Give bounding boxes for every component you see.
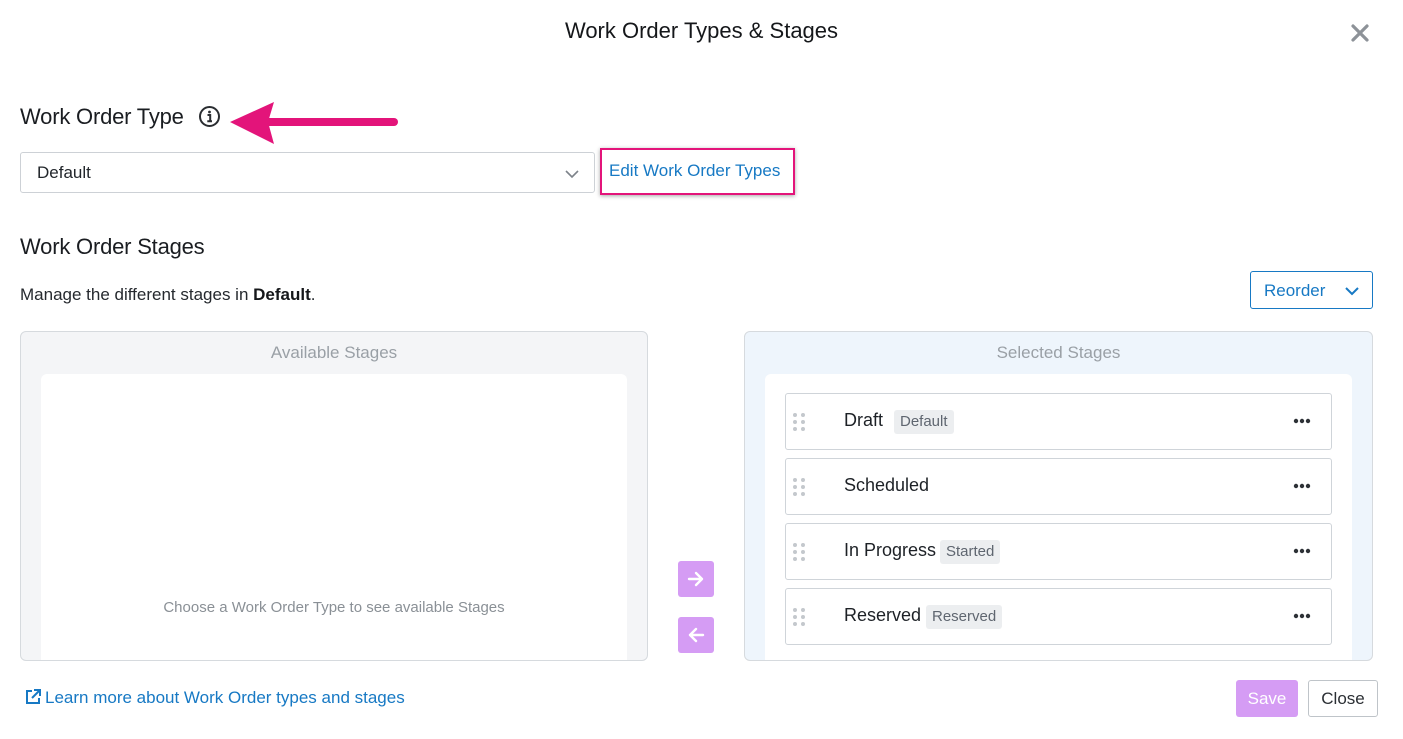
arrow-left-icon	[688, 627, 705, 643]
selected-stages-list: Draft Default Scheduled In Progress Star…	[765, 374, 1352, 660]
more-icon[interactable]	[1293, 416, 1311, 426]
modal-footer: Learn more about Work Order types and st…	[0, 661, 1403, 739]
stage-card-reserved[interactable]: Reserved Reserved	[785, 588, 1332, 645]
arrow-right-icon	[687, 571, 704, 587]
reorder-button[interactable]: Reorder	[1250, 271, 1373, 309]
stage-badge: Reserved	[926, 605, 1003, 629]
close-button[interactable]: Close	[1308, 680, 1378, 717]
available-stages-heading: Available Stages	[270, 343, 398, 362]
stage-card-draft[interactable]: Draft Default	[785, 393, 1332, 450]
stage-badge: Started	[940, 540, 1001, 564]
selected-stages-panel: Selected Stages Draft Default Scheduled	[744, 331, 1373, 661]
manage-prefix: Manage the different stages in	[20, 285, 254, 304]
info-icon[interactable]	[198, 105, 221, 128]
move-right-button[interactable]	[678, 561, 714, 597]
more-icon[interactable]	[1293, 546, 1311, 556]
learn-more-link[interactable]: Learn more about Work Order types and st…	[24, 688, 405, 708]
more-icon[interactable]	[1293, 481, 1311, 491]
empty-state-message: Choose a Work Order Type to see availabl…	[163, 599, 505, 616]
drag-handle-icon[interactable]	[791, 607, 807, 627]
close-icon[interactable]	[1346, 19, 1374, 47]
stage-name: In Progress	[844, 540, 937, 560]
edit-link-highlight: Edit Work Order Types	[600, 148, 795, 195]
reorder-label: Reorder	[1264, 281, 1326, 300]
modal-title: Work Order Types & Stages	[564, 18, 839, 43]
learn-more-label: Learn more about Work Order types and st…	[45, 688, 405, 707]
external-link-icon	[26, 689, 41, 704]
more-icon[interactable]	[1293, 611, 1311, 621]
drag-handle-icon[interactable]	[791, 477, 807, 497]
stage-card-in-progress[interactable]: In Progress Started	[785, 523, 1332, 580]
work-order-type-heading: Work Order Type	[20, 104, 184, 129]
manage-suffix: .	[310, 285, 316, 304]
move-left-button[interactable]	[678, 617, 714, 653]
work-order-stages-heading: Work Order Stages	[20, 234, 205, 259]
stage-name: Draft	[844, 410, 884, 430]
selected-stages-heading: Selected Stages	[996, 343, 1121, 362]
annotation-arrow-icon	[230, 102, 398, 144]
available-stages-panel: Available Stages Choose a Work Order Typ…	[20, 331, 648, 661]
edit-work-order-types-link[interactable]: Edit Work Order Types	[609, 161, 780, 181]
select-value: Default	[37, 163, 91, 182]
save-button[interactable]: Save	[1236, 680, 1298, 717]
manage-type-name: Default	[253, 285, 311, 304]
stage-card-scheduled[interactable]: Scheduled	[785, 458, 1332, 515]
stage-name: Scheduled	[844, 475, 930, 495]
chevron-down-icon	[565, 170, 579, 179]
work-order-type-select[interactable]: Default	[20, 152, 595, 193]
available-stages-list: Choose a Work Order Type to see availabl…	[41, 374, 627, 660]
manage-description: Manage the different stages in Default.	[20, 285, 315, 305]
drag-handle-icon[interactable]	[791, 412, 807, 432]
chevron-down-icon	[1345, 287, 1359, 296]
stage-name: Reserved	[844, 605, 922, 625]
stage-badge: Default	[894, 410, 954, 434]
drag-handle-icon[interactable]	[791, 542, 807, 562]
